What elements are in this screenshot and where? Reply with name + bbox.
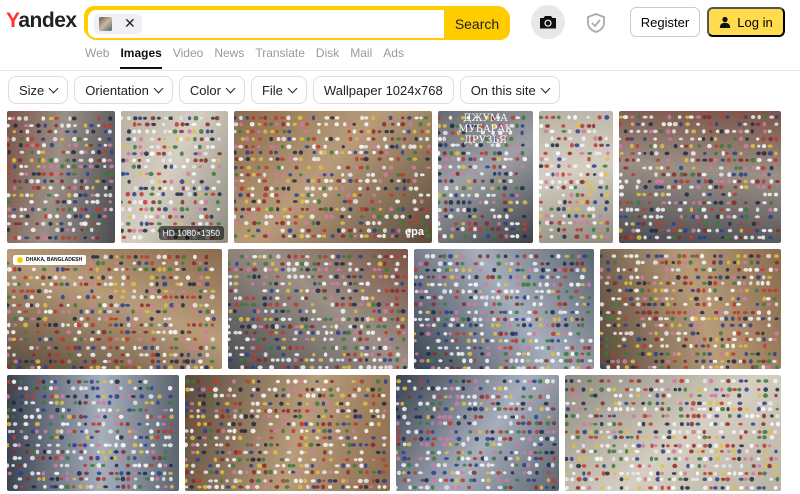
result-image[interactable] (600, 249, 781, 369)
search-box: ✕ Search (84, 6, 510, 40)
yandex-logo[interactable]: Yandex (6, 9, 77, 33)
image-query-chip[interactable]: ✕ (94, 14, 142, 34)
header: Yandex ✕ Search Register Log in Web Imag… (0, 0, 800, 70)
filter-bar: Size Orientation Color File Wallpaper 10… (8, 76, 560, 104)
result-image[interactable] (565, 375, 781, 491)
result-image[interactable] (185, 375, 390, 491)
photo-texture (7, 116, 114, 241)
photo-texture (619, 114, 781, 240)
result-image[interactable] (539, 111, 613, 243)
filter-on-this-site[interactable]: On this site (459, 76, 560, 104)
chevron-down-icon (48, 83, 59, 93)
tab-web[interactable]: Web (85, 45, 109, 69)
result-image[interactable]: ДЖУМА МУБАРАК ДРУЗЬЯ (438, 111, 533, 243)
camera-search-button[interactable] (531, 5, 565, 39)
result-image[interactable] (228, 249, 408, 369)
filter-orientation[interactable]: Orientation (74, 76, 173, 104)
user-icon (720, 16, 731, 28)
photo-texture (7, 379, 174, 490)
service-tabs: Web Images Video News Translate Disk Mai… (85, 45, 415, 69)
tab-news[interactable]: News (214, 45, 244, 69)
result-image[interactable]: HD 1080×1350 (121, 111, 228, 243)
tab-ads[interactable]: Ads (383, 45, 404, 69)
login-label: Log in (737, 14, 773, 30)
location-tag: DHAKA, BANGLADESH (13, 255, 87, 265)
filter-color[interactable]: Color (178, 76, 245, 104)
chevron-down-icon (153, 83, 164, 93)
query-image-thumbnail (99, 17, 112, 31)
photo-texture (7, 254, 216, 369)
camera-icon (540, 16, 556, 29)
protection-shield-button[interactable] (584, 11, 608, 35)
result-image[interactable]: epa (234, 111, 432, 243)
source-badge: epa (405, 226, 424, 238)
tab-images[interactable]: Images (120, 45, 162, 69)
header-divider (0, 70, 800, 71)
login-button[interactable]: Log in (707, 7, 785, 37)
result-image[interactable] (396, 375, 559, 491)
result-image[interactable] (7, 375, 179, 491)
result-image[interactable] (619, 111, 781, 243)
tab-mail[interactable]: Mail (350, 45, 372, 69)
search-input[interactable]: ✕ (86, 8, 444, 40)
chevron-down-icon (225, 83, 236, 93)
resolution-badge: HD 1080×1350 (158, 226, 224, 240)
photo-texture (600, 253, 780, 369)
photo-texture (414, 254, 593, 369)
image-overlay-text: ДЖУМА МУБАРАК ДРУЗЬЯ (458, 113, 513, 146)
photo-texture (396, 378, 557, 490)
photo-texture (539, 115, 610, 239)
result-image[interactable] (7, 111, 115, 243)
filter-size[interactable]: Size (8, 76, 69, 104)
filter-wallpaper[interactable]: Wallpaper 1024x768 (312, 76, 454, 104)
photo-texture (121, 115, 222, 240)
tab-disk[interactable]: Disk (316, 45, 339, 69)
register-button[interactable]: Register (630, 7, 700, 37)
search-button[interactable]: Search (444, 8, 510, 40)
result-image[interactable] (414, 249, 594, 369)
photo-texture (565, 378, 780, 491)
photo-texture (228, 254, 407, 369)
chevron-down-icon (540, 83, 551, 93)
filter-file[interactable]: File (250, 76, 307, 104)
tab-translate[interactable]: Translate (255, 45, 305, 69)
chevron-down-icon (287, 83, 298, 93)
close-icon[interactable]: ✕ (124, 15, 136, 32)
photo-texture (185, 379, 389, 490)
location-pin-icon (17, 257, 23, 263)
shield-icon (587, 13, 605, 33)
tab-video[interactable]: Video (173, 45, 203, 69)
result-image[interactable]: DHAKA, BANGLADESH (7, 249, 222, 369)
